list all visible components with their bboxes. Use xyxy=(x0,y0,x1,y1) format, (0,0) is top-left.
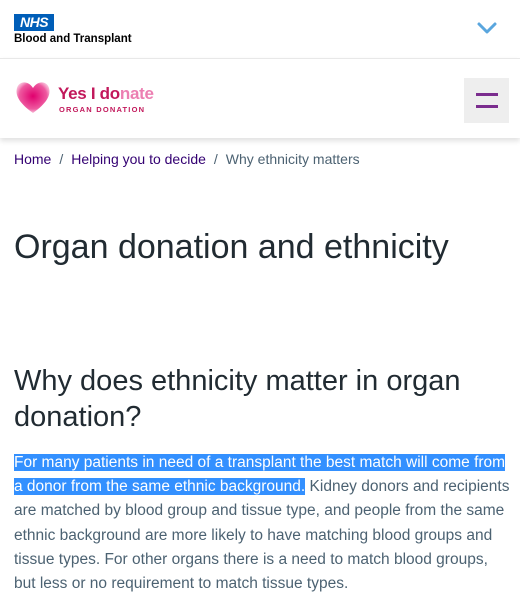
breadcrumb-separator: / xyxy=(59,151,64,167)
body-paragraph: For many patients in need of a transplan… xyxy=(14,451,512,596)
breadcrumb: Home / Helping you to decide / Why ethnicity… xyxy=(14,151,360,167)
brand-main-dark: Yes I do xyxy=(58,84,120,103)
page-title: Organ donation and ethnicity xyxy=(14,228,449,266)
paragraph-text: Kidney donors and recipients are matched… xyxy=(14,478,510,593)
brand-tagline: ORGAN DONATION xyxy=(59,105,146,114)
breadcrumb-section-link[interactable]: Helping you to decide xyxy=(71,151,206,167)
nhs-logo[interactable]: NHS xyxy=(14,14,54,31)
brand-wordmark[interactable]: Yes I donate xyxy=(58,84,154,104)
brand-main-light: nate xyxy=(119,84,154,103)
breadcrumb-home-link[interactable]: Home xyxy=(14,151,51,167)
breadcrumb-current: Why ethnicity matters xyxy=(225,151,360,167)
chevron-down-icon[interactable] xyxy=(474,15,500,41)
site-header: Yes I donate ORGAN DONATION xyxy=(0,58,520,138)
heart-icon[interactable] xyxy=(14,79,52,115)
org-name[interactable]: Blood and Transplant xyxy=(14,33,132,45)
nhsbt-top-bar: NHS Blood and Transplant xyxy=(0,0,520,58)
section-heading: Why does ethnicity matter in organ donat… xyxy=(14,365,461,433)
breadcrumb-separator: / xyxy=(213,151,218,167)
menu-button[interactable] xyxy=(464,78,509,123)
